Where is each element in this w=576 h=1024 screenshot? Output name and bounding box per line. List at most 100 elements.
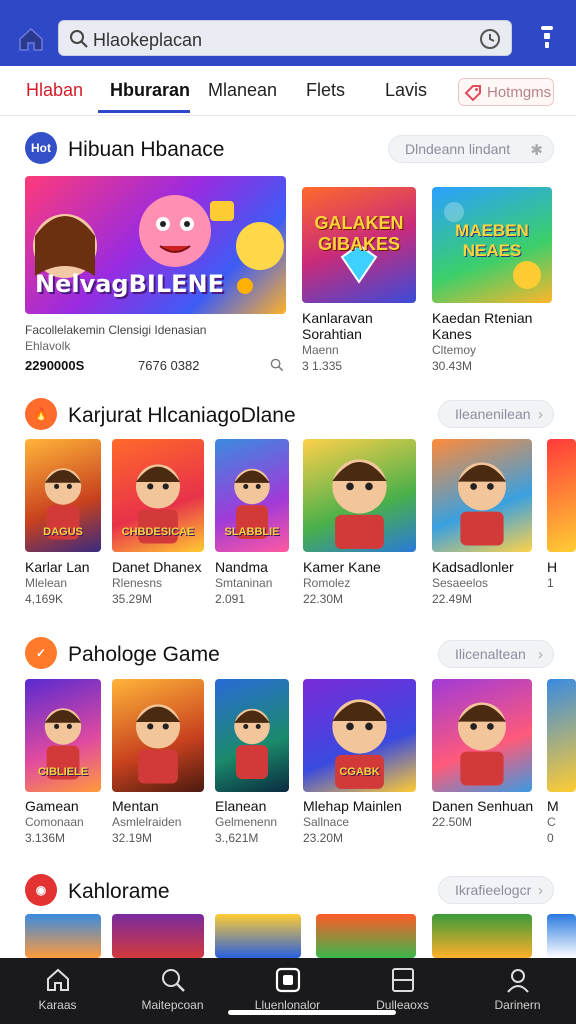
game-sub: Cltemoy — [432, 343, 477, 357]
search-icon — [70, 30, 88, 48]
game-card-art[interactable]: DAGUS — [25, 439, 101, 552]
game-card-caption: Nandma Smtaninan 2.091 — [215, 559, 303, 607]
tab-hburaran[interactable]: Hburaran — [110, 80, 190, 101]
game-sub: Sesaeelos — [432, 576, 489, 590]
game-card-caption: Kaedan Rtenian Kanes Cltemoy 30.43M — [432, 310, 556, 374]
game-card-art[interactable] — [303, 439, 416, 552]
game-card-art[interactable]: CHBDESICAE — [112, 439, 204, 552]
home-icon — [47, 968, 69, 991]
game-title: Mlehap Mainlen — [303, 798, 402, 814]
section-game-icon: ✓ — [25, 637, 57, 669]
game-title: Kanlaravan Sorahtian — [302, 310, 373, 342]
nav-home[interactable]: Karaas — [0, 958, 115, 1024]
game-card-art[interactable] — [432, 914, 532, 958]
chevron-right-icon: › — [538, 646, 543, 663]
game-title: Mentan — [112, 798, 159, 814]
game-count: 32.19M — [112, 831, 153, 845]
game-sub: Maenn — [302, 343, 339, 357]
game-card-art[interactable] — [547, 439, 576, 552]
nav-search[interactable]: Maitepcoan — [115, 958, 230, 1024]
star-icon: ✱ — [530, 142, 543, 159]
see-all-label: Dlndeann lindant — [405, 141, 511, 157]
game-card-art[interactable] — [215, 679, 289, 792]
section-title: Kahlorame — [68, 880, 170, 903]
see-all-button[interactable]: Dlndeann lindant ✱ — [388, 135, 554, 163]
character-illustration — [135, 704, 181, 784]
see-all-button[interactable]: Ikrafieelogcr › — [438, 876, 554, 904]
game-card-caption: Kadsadlonler Sesaeelos 22.49M — [432, 559, 546, 607]
clock-icon[interactable] — [479, 28, 501, 50]
game-card-art[interactable] — [112, 679, 204, 792]
top-bar: Hlaokeplacan — [0, 0, 576, 66]
profile-icon — [507, 969, 529, 993]
home-icon[interactable] — [16, 24, 46, 54]
game-card-caption: H1 — [547, 559, 576, 591]
game-sub: Romolez — [303, 576, 351, 590]
game-art-title: GALAKEN GIBAKES — [314, 213, 404, 254]
character-illustration — [332, 459, 387, 549]
search-icon[interactable] — [270, 358, 284, 372]
game-title: Elanean — [215, 798, 267, 814]
featured-stat-1: 2290000S — [25, 358, 85, 373]
game-card-caption: Elanean Gelmenenn 3.,621M — [215, 798, 303, 846]
section-hot-icon: Hot — [25, 132, 57, 164]
game-card-caption: Kanlaravan Sorahtian Maenn 3 1.335 — [302, 310, 426, 374]
game-sub: Smtaninan — [215, 576, 273, 590]
game-card-art[interactable]: MAEBEN NEAES — [432, 187, 552, 303]
game-card-art[interactable] — [215, 914, 301, 958]
tab-mlanean[interactable]: Mlanean — [208, 80, 277, 101]
game-title: Karlar Lan — [25, 559, 90, 575]
game-sub: Asmlelraiden — [112, 815, 182, 829]
game-count: 3.136M — [25, 831, 66, 845]
game-title: Kaedan Rtenian Kanes — [432, 310, 533, 342]
search-text: Hlaokeplacan — [93, 30, 203, 50]
game-count: 22.49M — [432, 592, 473, 606]
featured-caption: Facollelakemin Clensigi Idenasian Ehlavo… — [25, 322, 286, 354]
game-card-art[interactable]: CGABK — [303, 679, 416, 792]
game-title: H — [547, 559, 558, 575]
nav-profile-label: Darinern — [494, 998, 541, 1012]
tab-hlaban[interactable]: Hlaban — [26, 80, 83, 101]
game-card-art[interactable] — [547, 679, 576, 792]
game-card-art[interactable] — [432, 439, 532, 552]
game-title: M — [547, 798, 559, 814]
game-art-title: CGABK — [339, 766, 380, 778]
see-all-button[interactable]: Ileanenilean › — [438, 400, 554, 428]
section-fire-icon: 🔥 — [25, 398, 57, 430]
game-title: Kamer Kane — [303, 559, 381, 575]
game-card-art[interactable] — [316, 914, 416, 958]
search-input[interactable]: Hlaokeplacan — [58, 20, 512, 56]
game-sub: Rlenesns — [112, 576, 163, 590]
game-count: 0 — [547, 831, 554, 845]
game-card-art[interactable] — [112, 914, 204, 958]
game-art-title: SLABBLIE — [224, 526, 280, 538]
tab-lavis[interactable]: Lavis — [385, 80, 427, 101]
game-card-art[interactable]: CIBLIELE — [25, 679, 101, 792]
game-card-art[interactable]: GALAKEN GIBAKES — [302, 187, 416, 303]
game-card-art[interactable]: SLABBLIE — [215, 439, 289, 552]
featured-caption-text: Facollelakemin Clensigi Idenasian — [25, 323, 207, 337]
game-sub: Gelmenenn — [215, 815, 278, 829]
featured-game-art[interactable]: NelvagBILENE — [25, 176, 286, 314]
game-card-caption: MC 0 — [547, 798, 576, 846]
game-art-title: CIBLIELE — [37, 766, 89, 778]
nav-home-label: Karaas — [38, 998, 77, 1012]
game-card-art[interactable] — [547, 914, 576, 958]
game-card-art[interactable] — [432, 679, 532, 792]
category-tabs: Hlaban Hburaran Mlanean Flets Lavis Hotm… — [0, 66, 576, 116]
tab-hotmgms-label: Hotmgms — [487, 84, 552, 101]
tab-flets[interactable]: Flets — [306, 80, 345, 101]
game-title: Danen Senhuan — [432, 798, 534, 814]
see-all-button[interactable]: Ilicenaltean › — [438, 640, 554, 668]
more-menu-icon[interactable] — [540, 24, 554, 50]
game-card-art[interactable] — [25, 914, 101, 958]
game-card-caption: Mentan Asmlelraiden 32.19M — [112, 798, 218, 846]
home-indicator — [228, 1010, 396, 1015]
game-count: 3.,621M — [215, 831, 259, 845]
tab-hotmgms[interactable]: Hotmgms — [458, 78, 554, 106]
active-tab-indicator — [98, 110, 190, 113]
game-count: 35.29M — [112, 592, 153, 606]
game-card-caption: Gamean Comonaan 3.136M — [25, 798, 115, 846]
game-card-caption: Danen Senhuan 22.50M — [432, 798, 546, 830]
nav-profile[interactable]: Darinern — [460, 958, 575, 1024]
